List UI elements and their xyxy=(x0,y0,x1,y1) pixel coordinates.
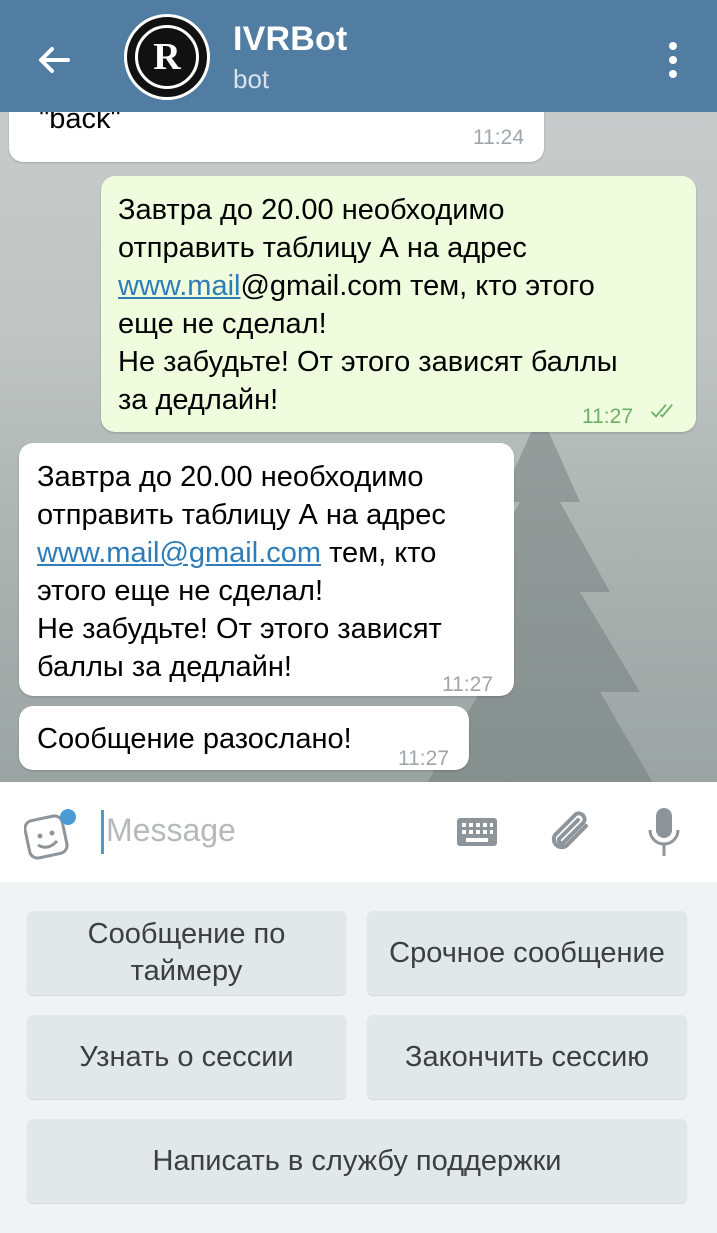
message-bubble-outgoing[interactable]: Завтра до 20.00 необходимо отправить таб… xyxy=(101,176,696,432)
keyboard-button-urgent-message[interactable]: Срочное сообщение xyxy=(367,911,687,995)
more-menu-icon[interactable] xyxy=(665,40,681,80)
message-link[interactable]: www.mail xyxy=(118,270,240,302)
message-bubble-incoming[interactable]: Завтра до 20.00 необходимо отправить таб… xyxy=(19,443,514,696)
message-time: 11:24 xyxy=(473,126,524,149)
message-bubble-incoming[interactable]: Сообщение разослано! 11:27 xyxy=(19,706,469,770)
message-link[interactable]: www.mail@gmail.com xyxy=(37,537,321,569)
attach-paperclip-icon[interactable] xyxy=(548,806,596,858)
chat-title[interactable]: IVRBot xyxy=(233,20,348,59)
chat-header: R IVRBot bot xyxy=(0,0,717,112)
bot-avatar[interactable]: R xyxy=(124,14,210,100)
text-cursor xyxy=(101,810,104,854)
keyboard-button-timer-message[interactable]: Сообщение по таймеру xyxy=(27,911,346,995)
message-input[interactable]: Message xyxy=(106,812,236,849)
message-time: 11:27 xyxy=(398,747,449,770)
chat-subtitle: bot xyxy=(233,64,270,94)
message-time: 11:27 xyxy=(442,673,493,696)
message-text: "back" xyxy=(39,112,121,135)
avatar-logo: R xyxy=(135,25,199,89)
back-arrow-icon[interactable] xyxy=(30,36,78,84)
bot-reply-keyboard: Сообщение по таймеру Срочное сообщение У… xyxy=(0,882,717,1233)
keyboard-button-contact-support[interactable]: Написать в службу поддержки xyxy=(27,1119,687,1203)
message-text: Завтра до 20.00 необходимо отправить таб… xyxy=(118,194,618,416)
chat-area[interactable]: "back" 11:24 Завтра до 20.00 необходимо … xyxy=(0,112,717,782)
keyboard-button-session-info[interactable]: Узнать о сессии xyxy=(27,1015,346,1099)
message-text: Сообщение разослано! xyxy=(37,723,352,755)
message-bubble-incoming[interactable]: "back" 11:24 xyxy=(9,112,544,162)
sticker-emoji-icon[interactable] xyxy=(24,808,78,860)
message-text: Завтра до 20.00 необходимо отправить таб… xyxy=(37,461,446,683)
message-time: 11:27 xyxy=(582,405,633,428)
bot-keyboard-icon[interactable] xyxy=(456,817,498,847)
read-checkmarks-icon xyxy=(650,404,673,418)
microphone-icon[interactable] xyxy=(646,806,682,858)
keyboard-button-end-session[interactable]: Закончить сессию xyxy=(367,1015,687,1099)
